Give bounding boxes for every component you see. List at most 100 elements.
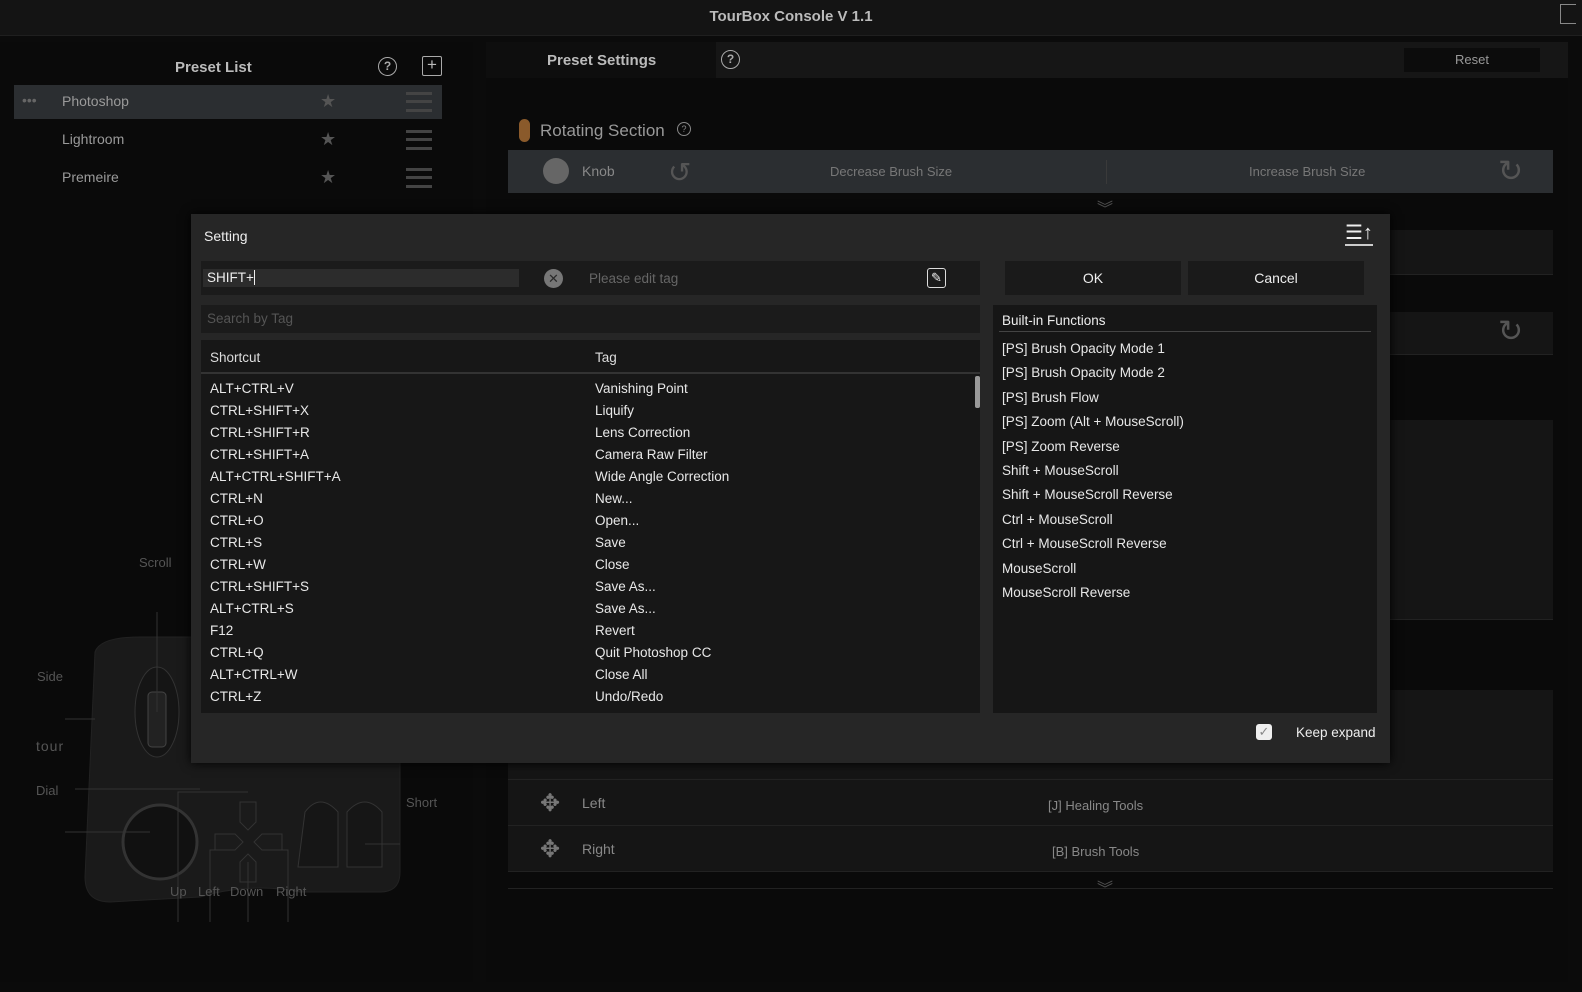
table-row[interactable]: CTRL+O Open...	[201, 509, 980, 531]
builtin-function-item[interactable]: MouseScroll Reverse	[993, 581, 1377, 605]
shortcut-cell: CTRL+SHIFT+R	[210, 425, 310, 440]
table-row[interactable]: ALT+CTRL+S Save As...	[201, 597, 980, 619]
cancel-button[interactable]: Cancel	[1188, 261, 1364, 295]
star-icon[interactable]: ★	[320, 167, 336, 188]
clear-icon[interactable]: ✕	[544, 269, 563, 288]
decrease-action[interactable]: Decrease Brush Size	[830, 164, 952, 179]
tag-cell: Save	[595, 535, 626, 550]
table-row[interactable]: CTRL+S Save	[201, 531, 980, 553]
table-body: ALT+CTRL+V Vanishing Point CTRL+SHIFT+X Liq…	[201, 374, 980, 707]
builtin-function-item[interactable]: [PS] Brush Flow	[993, 386, 1377, 410]
table-row[interactable]: CTRL+Q Quit Photoshop CC	[201, 641, 980, 663]
text-cursor: ​	[253, 270, 255, 285]
preset-item-lightroom[interactable]: Lightroom ★	[14, 123, 442, 157]
table-row[interactable]: ALT+CTRL+W Close All	[201, 663, 980, 685]
tab-preset-settings[interactable]: Preset Settings	[486, 42, 716, 78]
drag-handle-icon[interactable]: •••	[22, 92, 37, 108]
help-icon[interactable]: ?	[721, 50, 740, 69]
button-row-right[interactable]: ✥ Right [B] Brush Tools	[508, 826, 1553, 872]
tag-input[interactable]: Please edit tag	[589, 271, 678, 286]
device-label-side: Side	[37, 669, 64, 684]
star-icon[interactable]: ★	[320, 129, 336, 150]
builtin-functions-list: [PS] Brush Opacity Mode 1 [PS] Brush Opac…	[993, 332, 1377, 605]
rotate-right-icon: ↻	[1498, 315, 1524, 348]
tag-cell: New...	[595, 491, 633, 506]
device-label-left: Left	[198, 884, 220, 899]
table-row[interactable]: CTRL+SHIFT+R Lens Correction	[201, 421, 980, 443]
builtin-function-item[interactable]: MouseScroll	[993, 557, 1377, 581]
tag-cell: Vanishing Point	[595, 381, 688, 396]
shortcut-cell: CTRL+SHIFT+A	[210, 447, 310, 462]
tag-cell: Revert	[595, 623, 635, 638]
device-label-short: Short	[406, 795, 438, 810]
builtin-function-item[interactable]: [PS] Zoom (Alt + MouseScroll)	[993, 410, 1377, 434]
table-row[interactable]: CTRL+Z Undo/Redo	[201, 685, 980, 707]
preset-item-photoshop[interactable]: ••• Photoshop ★	[14, 85, 442, 119]
shortcut-cell: CTRL+S	[210, 535, 263, 550]
table-row[interactable]: ALT+CTRL+V Vanishing Point	[201, 377, 980, 399]
menu-icon[interactable]	[406, 130, 432, 150]
button-row-left[interactable]: ✥ Left [J] Healing Tools	[508, 780, 1553, 826]
keep-expand-checkbox[interactable]: ✓	[1256, 724, 1272, 740]
exit-icon[interactable]	[1560, 4, 1576, 24]
knob-row[interactable]: Knob ↺ Decrease Brush Size Increase Brus…	[508, 150, 1553, 193]
builtin-function-item[interactable]: Shift + MouseScroll Reverse	[993, 483, 1377, 507]
device-label-dial: Dial	[36, 783, 59, 798]
shortcut-table: Shortcut Tag ALT+CTRL+V Vanishing Point CT…	[201, 340, 980, 713]
tab-label: Preset Settings	[547, 52, 657, 69]
tag-cell: Undo/Redo	[595, 689, 664, 704]
shortcut-input[interactable]: SHIFT+​	[203, 269, 519, 287]
knob-icon	[543, 158, 569, 184]
ok-button[interactable]: OK	[1005, 261, 1181, 295]
builtin-function-item[interactable]: Shift + MouseScroll	[993, 459, 1377, 483]
button-action[interactable]: [B] Brush Tools	[1052, 844, 1139, 859]
tag-cell: Close	[595, 557, 630, 572]
section-color-marker	[519, 119, 530, 142]
builtin-function-item[interactable]: [PS] Zoom Reverse	[993, 435, 1377, 459]
shortcut-cell: CTRL+W	[210, 557, 266, 572]
preset-item-premeire[interactable]: Premeire ★	[14, 161, 442, 195]
table-row[interactable]: ALT+CTRL+SHIFT+A Wide Angle Correction	[201, 465, 980, 487]
shortcut-cell: CTRL+SHIFT+X	[210, 403, 310, 418]
builtin-function-item[interactable]: [PS] Brush Opacity Mode 1	[993, 337, 1377, 361]
button-action[interactable]: [J] Healing Tools	[1048, 798, 1143, 813]
shortcut-cell: CTRL+Q	[210, 645, 264, 660]
builtin-function-item[interactable]: Ctrl + MouseScroll Reverse	[993, 532, 1377, 556]
expand-chevron-icon[interactable]: ︾	[1097, 875, 1113, 899]
dpad-icon: ✥	[540, 790, 561, 817]
column-shortcut[interactable]: Shortcut	[210, 350, 260, 365]
table-row[interactable]: F12 Revert	[201, 619, 980, 641]
preset-label: Lightroom	[62, 131, 125, 147]
shortcut-value: SHIFT+	[207, 270, 254, 285]
search-by-tag-input[interactable]: Search by Tag	[201, 305, 980, 333]
table-row[interactable]: CTRL+W Close	[201, 553, 980, 575]
preset-label: Photoshop	[62, 93, 129, 109]
tag-cell: Quit Photoshop CC	[595, 645, 712, 660]
menu-icon[interactable]	[406, 92, 432, 112]
increase-action[interactable]: Increase Brush Size	[1249, 164, 1365, 179]
help-icon[interactable]: ?	[677, 122, 691, 136]
star-icon[interactable]: ★	[320, 91, 336, 112]
builtin-function-item[interactable]: Ctrl + MouseScroll	[993, 508, 1377, 532]
builtin-function-item[interactable]: [PS] Brush Opacity Mode 2	[993, 361, 1377, 385]
preset-list-title: Preset List	[175, 59, 252, 76]
menu-icon[interactable]	[406, 168, 432, 188]
column-tag[interactable]: Tag	[595, 350, 617, 365]
add-preset-button[interactable]: +	[422, 56, 442, 76]
collapse-list-icon[interactable]: ☰↑	[1345, 222, 1373, 246]
scrollbar[interactable]	[975, 376, 980, 408]
keep-expand-label: Keep expand	[1296, 725, 1376, 740]
rotate-left-icon: ↺	[668, 157, 692, 188]
reset-button[interactable]: Reset	[1404, 48, 1540, 72]
help-icon[interactable]: ?	[378, 57, 397, 76]
device-label-scroll: Scroll	[139, 555, 172, 570]
edit-icon[interactable]: ✎	[927, 268, 946, 288]
device-label-down: Down	[230, 884, 264, 899]
window-title: TourBox Console V 1.1	[709, 8, 873, 25]
table-row[interactable]: CTRL+SHIFT+S Save As...	[201, 575, 980, 597]
table-row[interactable]: CTRL+SHIFT+A Camera Raw Filter	[201, 443, 980, 465]
tag-cell: Open...	[595, 513, 640, 528]
table-row[interactable]: CTRL+SHIFT+X Liquify	[201, 399, 980, 421]
table-row[interactable]: CTRL+N New...	[201, 487, 980, 509]
device-label-tour: tour	[36, 738, 65, 754]
